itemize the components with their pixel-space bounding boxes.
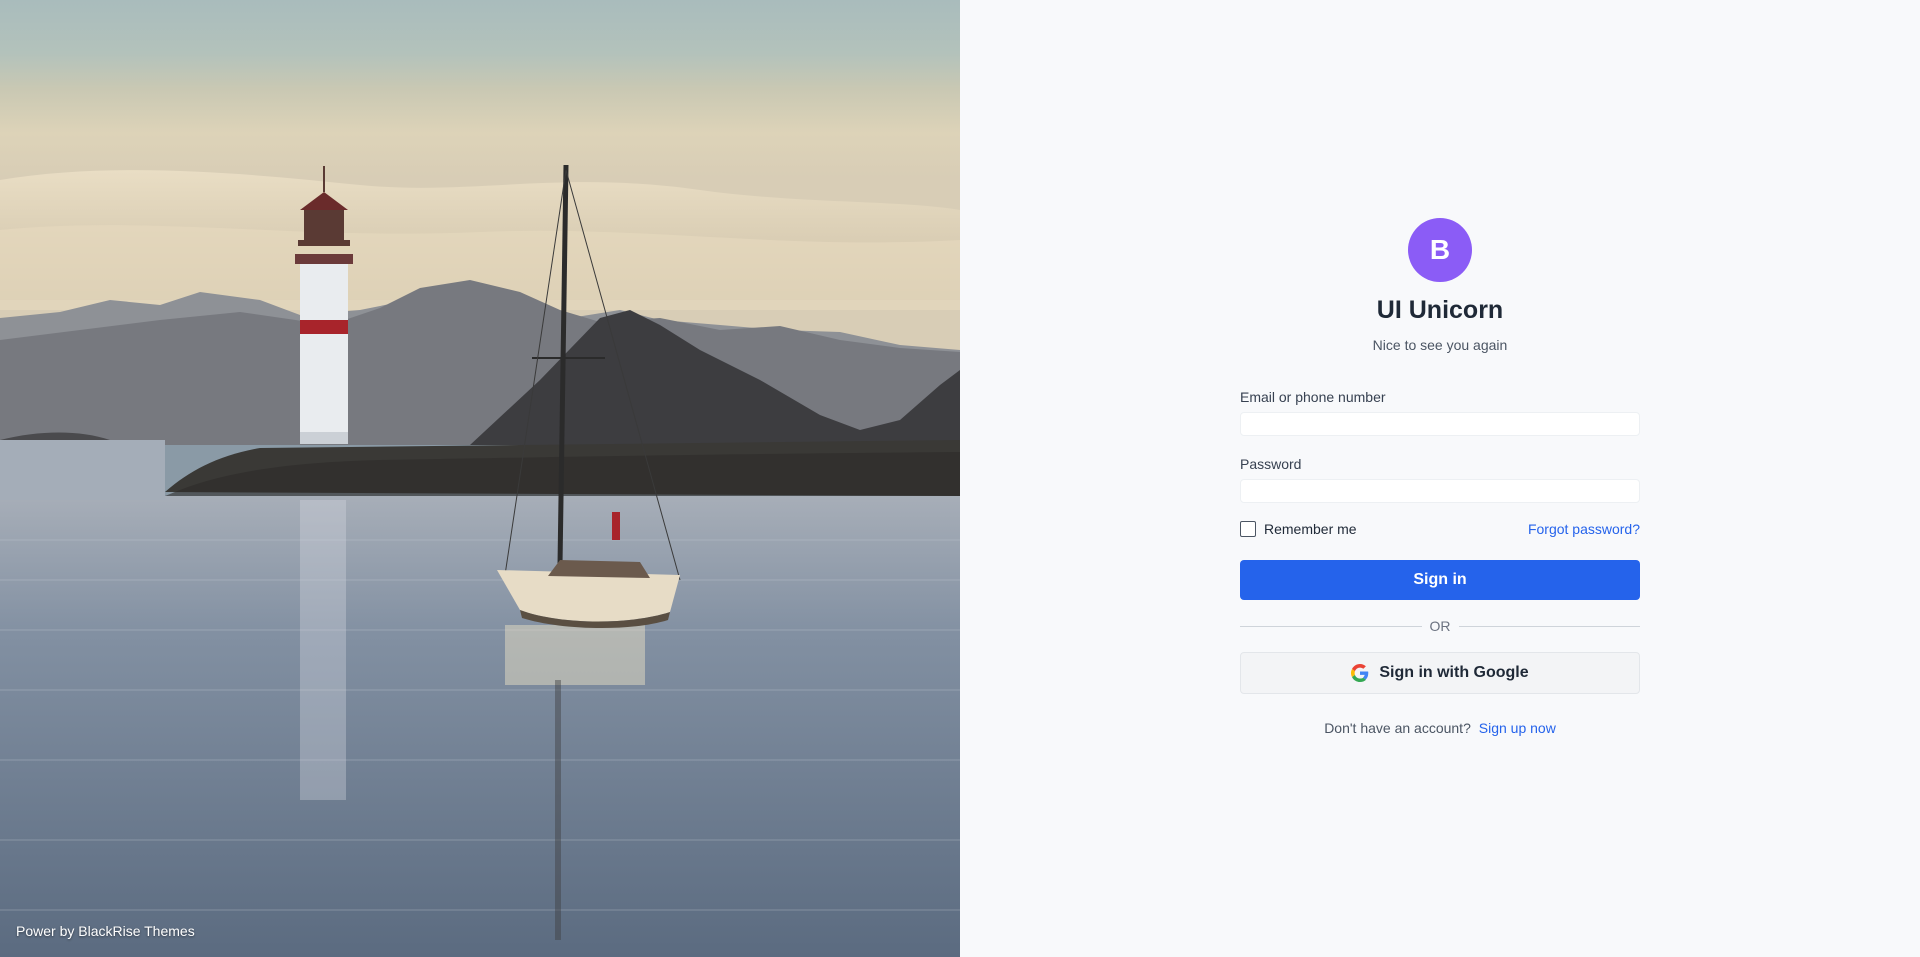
brand-logo: B xyxy=(1408,218,1472,282)
email-field-group: Email or phone number xyxy=(1240,389,1640,436)
password-label: Password xyxy=(1240,456,1302,472)
photo-credit: Power by BlackRise Themes xyxy=(16,923,195,939)
signup-prompt: Don't have an account? xyxy=(1324,720,1471,736)
email-label: Email or phone number xyxy=(1240,389,1386,405)
forgot-password-link[interactable]: Forgot password? xyxy=(1528,521,1640,537)
google-g-icon xyxy=(1351,664,1369,682)
remember-me-control[interactable]: Remember me xyxy=(1240,521,1357,537)
brand-header: B UI Unicorn Nice to see you again xyxy=(1240,218,1640,353)
sign-in-button[interactable]: Sign in xyxy=(1240,560,1640,600)
sign-up-link[interactable]: Sign up now xyxy=(1479,720,1556,736)
remember-me-label[interactable]: Remember me xyxy=(1264,521,1357,537)
password-field[interactable] xyxy=(1240,479,1640,503)
brand-logo-letter: B xyxy=(1429,234,1451,265)
divider-line-right xyxy=(1458,625,1640,627)
login-page: Power by BlackRise Themes B UI Unicorn N… xyxy=(0,0,1920,957)
app-name: UI Unicorn xyxy=(1376,296,1504,324)
signup-row: Don't have an account? Sign up now xyxy=(1240,720,1640,736)
password-field-group: Password xyxy=(1240,456,1640,503)
hero-image-panel: Power by BlackRise Themes xyxy=(0,0,960,957)
remember-me-checkbox[interactable] xyxy=(1240,521,1256,537)
remember-row: Remember me Forgot password? xyxy=(1240,521,1640,537)
login-form: B UI Unicorn Nice to see you again Email… xyxy=(1240,218,1640,957)
google-sign-in-label: Sign in with Google xyxy=(1379,664,1529,681)
divider-line-left xyxy=(1240,625,1422,627)
divider-label: OR xyxy=(1429,618,1451,634)
login-panel: B UI Unicorn Nice to see you again Email… xyxy=(960,0,1920,957)
google-sign-in-button[interactable]: Sign in with Google xyxy=(1240,652,1640,694)
or-divider: OR xyxy=(1240,618,1640,634)
welcome-tagline: Nice to see you again xyxy=(1372,337,1508,353)
lighthouse-sailboat-photo xyxy=(0,0,960,957)
email-field[interactable] xyxy=(1240,412,1640,436)
